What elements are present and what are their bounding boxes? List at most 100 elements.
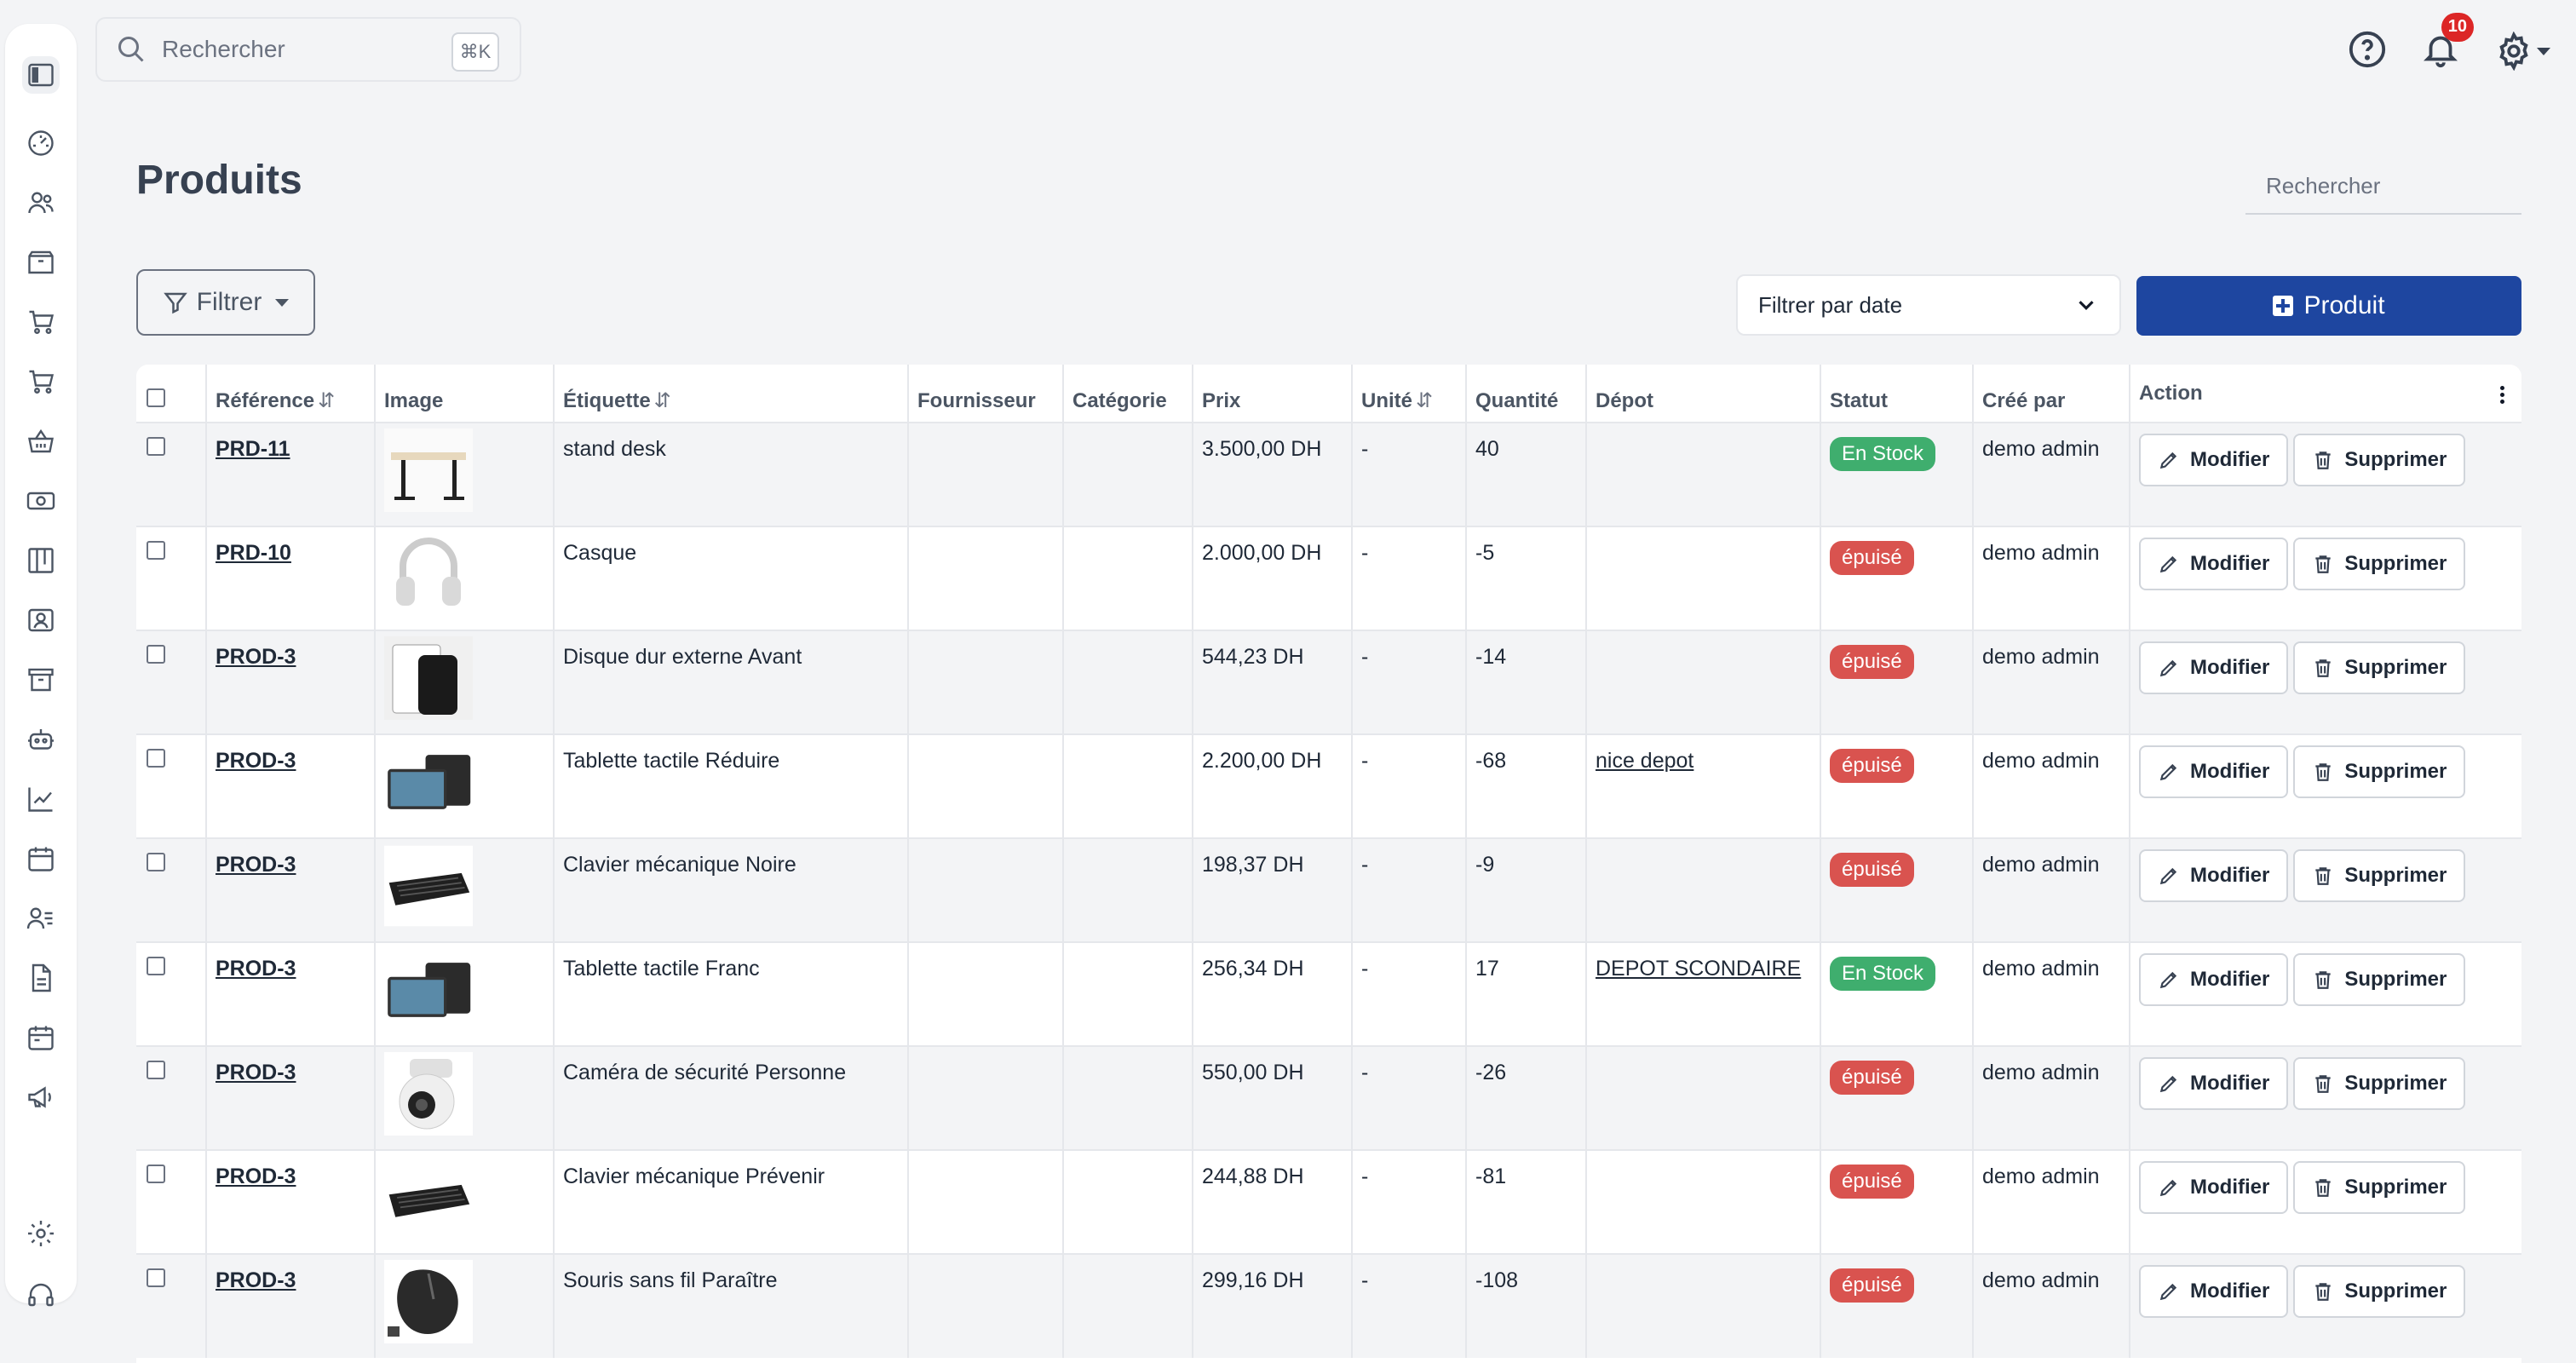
depot-link[interactable]: DEPOT SCONDAIRE — [1596, 957, 1801, 981]
row-checkbox[interactable] — [147, 1165, 165, 1183]
archive-icon[interactable] — [22, 661, 60, 699]
select-all-header — [136, 365, 207, 423]
row-checkbox[interactable] — [147, 749, 165, 768]
modify-button[interactable]: Modifier — [2139, 745, 2289, 798]
user-list-icon[interactable] — [22, 900, 60, 937]
users-icon[interactable] — [22, 184, 60, 221]
more-options-icon[interactable] — [2500, 383, 2504, 406]
delete-label: Supprimer — [2344, 448, 2447, 471]
date-filter-select[interactable]: Filtrer par date — [1736, 274, 2121, 336]
money-icon[interactable] — [22, 482, 60, 520]
supplier-cell — [908, 733, 1064, 838]
depot-link[interactable]: nice depot — [1596, 749, 1693, 773]
search-input[interactable] — [162, 36, 417, 63]
header-unit[interactable]: Unité ⇵ — [1352, 365, 1467, 423]
created-by-cell: demo admin — [1973, 526, 2130, 630]
unit-cell: - — [1352, 941, 1467, 1046]
delete-button[interactable]: Supprimer — [2293, 953, 2466, 1006]
delete-label: Supprimer — [2344, 968, 2447, 991]
status-badge: épuisé — [1830, 1165, 1914, 1199]
header-label[interactable]: Étiquette ⇵ — [554, 365, 909, 423]
sidebar-toggle-icon[interactable] — [22, 56, 60, 94]
row-checkbox[interactable] — [147, 645, 165, 664]
header-category: Catégorie — [1063, 365, 1193, 423]
notifications-button[interactable]: 10 — [2421, 12, 2474, 73]
row-checkbox[interactable] — [147, 957, 165, 975]
action-cell: Modifier Supprimer — [2130, 1253, 2521, 1358]
row-checkbox[interactable] — [147, 853, 165, 871]
category-cell — [1063, 422, 1193, 526]
delete-button[interactable]: Supprimer — [2293, 1161, 2466, 1214]
action-cell: Modifier Supprimer — [2130, 1149, 2521, 1254]
depot-cell — [1586, 630, 1821, 734]
row-checkbox[interactable] — [147, 437, 165, 456]
reference-link[interactable]: PROD-3 — [216, 1268, 296, 1292]
modify-button[interactable]: Modifier — [2139, 1161, 2289, 1214]
delete-button[interactable]: Supprimer — [2293, 641, 2466, 694]
reference-link[interactable]: PROD-3 — [216, 749, 296, 773]
modify-button[interactable]: Modifier — [2139, 953, 2289, 1006]
chart-icon[interactable] — [22, 780, 60, 818]
cart-icon[interactable] — [22, 363, 60, 400]
sort-icon[interactable]: ⇵ — [318, 389, 335, 412]
table-search-input[interactable] — [2245, 172, 2521, 199]
filter-button[interactable]: Filtrer — [136, 269, 315, 336]
robot-icon[interactable] — [22, 721, 60, 758]
reference-link[interactable]: PROD-3 — [216, 853, 296, 877]
reference-link[interactable]: PROD-3 — [216, 957, 296, 981]
delete-button[interactable]: Supprimer — [2293, 849, 2466, 902]
global-search[interactable]: ⌘K — [95, 17, 521, 82]
delete-button[interactable]: Supprimer — [2293, 538, 2466, 590]
reference-link[interactable]: PROD-3 — [216, 645, 296, 669]
supplier-cell — [908, 526, 1064, 630]
table-row: PROD-3 Clavier mécanique Prévenir 244,88 D… — [136, 1149, 2521, 1254]
image-cell — [375, 941, 555, 1046]
sort-icon[interactable]: ⇵ — [654, 389, 671, 412]
reference-link[interactable]: PROD-3 — [216, 1165, 296, 1188]
trash-icon — [2315, 1283, 2331, 1301]
modify-button[interactable]: Modifier — [2139, 434, 2289, 486]
calendar-alt-icon[interactable] — [22, 1019, 60, 1056]
headset-icon[interactable] — [22, 1276, 60, 1314]
modify-button[interactable]: Modifier — [2139, 1057, 2289, 1110]
basket-icon[interactable] — [22, 423, 60, 460]
contact-card-icon[interactable] — [22, 601, 60, 639]
add-product-button[interactable]: Produit — [2136, 276, 2521, 336]
delete-button[interactable]: Supprimer — [2293, 434, 2466, 486]
settings-menu[interactable] — [2494, 32, 2550, 71]
modify-button[interactable]: Modifier — [2139, 849, 2289, 902]
box-icon[interactable] — [22, 244, 60, 281]
trash-icon — [2315, 763, 2331, 781]
modify-button[interactable]: Modifier — [2139, 641, 2289, 694]
row-select-cell — [136, 1149, 207, 1254]
delete-button[interactable]: Supprimer — [2293, 1057, 2466, 1110]
table-row: PRD-10 Casque 2.000,00 DH - -5 épuisé demo adm… — [136, 526, 2521, 630]
supplier-cell — [908, 422, 1064, 526]
megaphone-icon[interactable] — [22, 1078, 60, 1116]
reference-link[interactable]: PRD-11 — [216, 437, 290, 461]
sort-icon[interactable]: ⇵ — [1416, 389, 1433, 412]
delete-button[interactable]: Supprimer — [2293, 745, 2466, 798]
modify-button[interactable]: Modifier — [2139, 1265, 2289, 1318]
cart-icon[interactable] — [22, 303, 60, 341]
header-reference[interactable]: Référence ⇵ — [206, 365, 376, 423]
table-search[interactable] — [2245, 158, 2521, 215]
reference-link[interactable]: PRD-10 — [216, 541, 291, 565]
dashboard-icon[interactable] — [22, 124, 60, 162]
row-checkbox[interactable] — [147, 1061, 165, 1079]
select-all-checkbox[interactable] — [147, 388, 165, 407]
kanban-icon[interactable] — [22, 542, 60, 579]
row-checkbox[interactable] — [147, 1268, 165, 1287]
label-cell: Caméra de sécurité Personne — [554, 1045, 909, 1150]
image-cell — [375, 1253, 555, 1358]
settings-icon[interactable] — [22, 1215, 60, 1252]
document-icon[interactable] — [22, 959, 60, 997]
calendar-icon[interactable] — [22, 840, 60, 877]
pencil-icon — [2159, 451, 2177, 469]
modify-button[interactable]: Modifier — [2139, 538, 2289, 590]
help-icon[interactable] — [2348, 30, 2387, 73]
row-checkbox[interactable] — [147, 541, 165, 560]
delete-button[interactable]: Supprimer — [2293, 1265, 2466, 1318]
reference-link[interactable]: PROD-3 — [216, 1061, 296, 1084]
category-cell — [1063, 1253, 1193, 1358]
